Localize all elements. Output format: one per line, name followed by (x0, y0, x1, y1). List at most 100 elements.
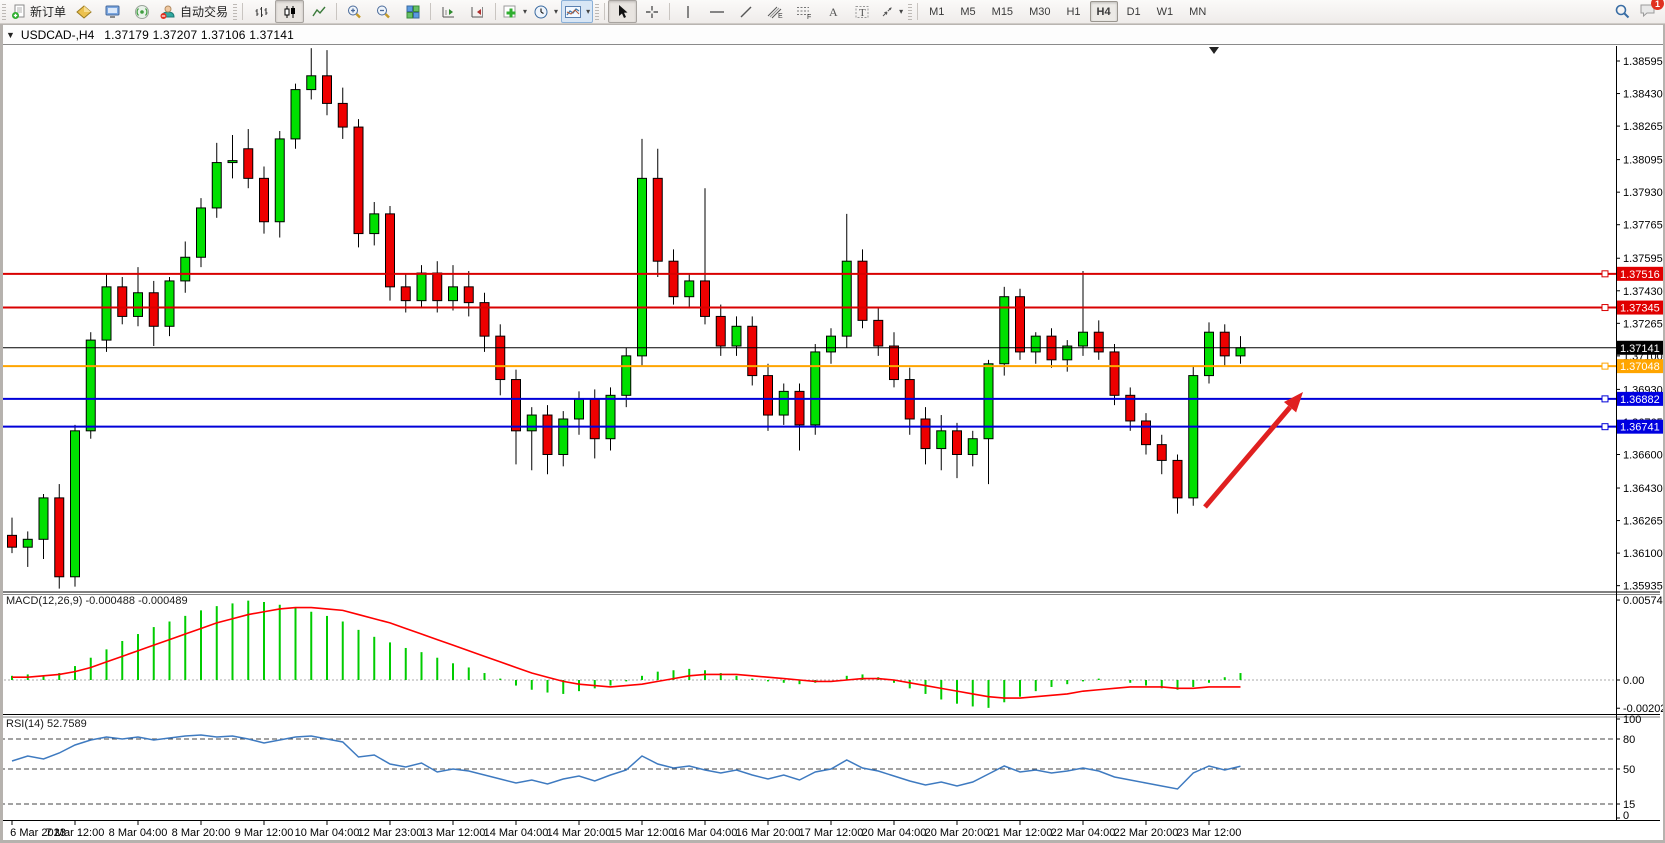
terminal-window: 新订单 自动交易 (0, 0, 1665, 843)
separator (336, 3, 337, 20)
candle-body (449, 287, 458, 301)
candle-body (1142, 421, 1151, 445)
timeframe-button-h1[interactable]: H1 (1059, 1, 1087, 22)
candle-body (244, 149, 253, 179)
data-window-button[interactable] (69, 0, 98, 23)
timeframe-button-mn[interactable]: MN (1182, 1, 1213, 22)
templates-button[interactable]: ▾ (561, 0, 593, 23)
arrows-button[interactable]: ▾ (876, 0, 906, 23)
svg-text:16 Mar 20:00: 16 Mar 20:00 (736, 827, 801, 839)
svg-text:20 Mar 20:00: 20 Mar 20:00 (925, 827, 990, 839)
svg-text:12 Mar 23:00: 12 Mar 23:00 (358, 827, 423, 839)
candle-body (165, 281, 174, 326)
svg-text:14 Mar 20:00: 14 Mar 20:00 (547, 827, 612, 839)
line-handle (1602, 271, 1608, 277)
timeframe-group: M1M5M15M30H1H4D1W1MN (921, 0, 1214, 23)
svg-text:14 Mar 04:00: 14 Mar 04:00 (484, 827, 549, 839)
bar-chart-button[interactable] (246, 0, 275, 23)
signals-button[interactable] (127, 0, 156, 23)
window-border-left (0, 24, 3, 843)
notifications-button[interactable]: 1 (1639, 2, 1657, 21)
svg-text:F: F (807, 14, 811, 20)
zoom-in-icon (346, 4, 363, 20)
svg-text:15 Mar 12:00: 15 Mar 12:00 (610, 827, 675, 839)
periods-button[interactable]: ▾ (530, 0, 561, 23)
equidistant-channel-button[interactable]: E (760, 0, 789, 23)
candle-body (102, 287, 111, 340)
toolbar-grip (2, 4, 6, 20)
svg-text:100: 100 (1623, 714, 1641, 726)
new-order-label: 新订单 (30, 3, 66, 20)
horizontal-line-button[interactable] (702, 0, 731, 23)
equidistant-channel-icon: E (766, 4, 784, 20)
svg-text:T: T (859, 7, 866, 19)
candle-body (181, 257, 190, 281)
timeframe-button-h4[interactable]: H4 (1090, 1, 1118, 22)
candle-body (512, 380, 521, 431)
chart-window-titlebar[interactable]: ▼ USDCAD-,H4 1.37179 1.37207 1.37106 1.3… (0, 24, 1665, 45)
fibonacci-button[interactable]: F (789, 0, 818, 23)
text-button[interactable]: A (818, 0, 847, 23)
candle-body (1189, 376, 1198, 498)
crosshair-button[interactable] (637, 0, 666, 23)
indicators-button[interactable]: ▾ (499, 0, 530, 23)
separator (669, 3, 670, 20)
svg-text:20 Mar 04:00: 20 Mar 04:00 (862, 827, 927, 839)
timeframe-button-m1[interactable]: M1 (922, 1, 951, 22)
candle-body (732, 326, 741, 346)
chart-ohlc-values: 1.37179 1.37207 1.37106 1.37141 (104, 28, 294, 42)
toolbar-grip (233, 4, 237, 20)
svg-text:1.37595: 1.37595 (1623, 253, 1663, 265)
timeframe-button-m5[interactable]: M5 (953, 1, 982, 22)
auto-scroll-icon (440, 4, 457, 20)
auto-scroll-button[interactable] (434, 0, 463, 23)
candle-body (1236, 348, 1245, 356)
line-chart-icon (311, 4, 327, 20)
timeframe-button-m15[interactable]: M15 (985, 1, 1020, 22)
navigator-button[interactable] (98, 0, 127, 23)
svg-text:1.37141: 1.37141 (1620, 343, 1660, 355)
candle-body (638, 178, 647, 356)
candle-body (370, 214, 379, 234)
svg-text:9 Mar 12:00: 9 Mar 12:00 (235, 827, 294, 839)
collapse-triangle-icon[interactable]: ▼ (6, 30, 15, 40)
svg-text:1.38265: 1.38265 (1623, 121, 1663, 133)
candle-body (716, 316, 725, 346)
candlestick-chart-button[interactable] (275, 0, 304, 23)
svg-text:1.36100: 1.36100 (1623, 548, 1663, 560)
candle-body (354, 127, 363, 234)
zoom-out-button[interactable] (369, 0, 398, 23)
vertical-line-button[interactable] (673, 0, 702, 23)
tile-windows-button[interactable] (398, 0, 427, 23)
timeframe-button-m30[interactable]: M30 (1022, 1, 1057, 22)
chart-canvas[interactable]: 1.385951.384301.382651.380951.379301.377… (0, 46, 1665, 843)
svg-text:1.36600: 1.36600 (1623, 449, 1663, 461)
new-order-button[interactable]: 新订单 (8, 0, 69, 23)
text-label-button[interactable]: T (847, 0, 876, 23)
separator (604, 3, 605, 20)
svg-text:1.36882: 1.36882 (1620, 394, 1660, 406)
candle-body (953, 431, 962, 455)
candle-body (622, 356, 631, 395)
line-chart-button[interactable] (304, 0, 333, 23)
toolbar-grip (908, 4, 912, 20)
dropdown-caret-icon: ▾ (554, 7, 558, 16)
candle-body (1205, 332, 1214, 375)
candle-body (527, 415, 536, 431)
trendline-button[interactable] (731, 0, 760, 23)
search-icon[interactable] (1614, 3, 1631, 20)
bar-chart-icon (253, 4, 269, 20)
timeframe-button-w1[interactable]: W1 (1150, 1, 1181, 22)
dropdown-caret-icon: ▾ (586, 7, 590, 16)
chart-shift-button[interactable] (463, 0, 492, 23)
candle-body (71, 431, 80, 577)
svg-text:13 Mar 12:00: 13 Mar 12:00 (421, 827, 486, 839)
autotrading-button[interactable]: 自动交易 (156, 0, 231, 23)
candle-body (1110, 352, 1119, 395)
candle-body (260, 178, 269, 221)
zoom-in-button[interactable] (340, 0, 369, 23)
candle-body (968, 439, 977, 455)
svg-text:1.35935: 1.35935 (1623, 581, 1663, 593)
cursor-button[interactable] (608, 0, 637, 23)
timeframe-button-d1[interactable]: D1 (1120, 1, 1148, 22)
